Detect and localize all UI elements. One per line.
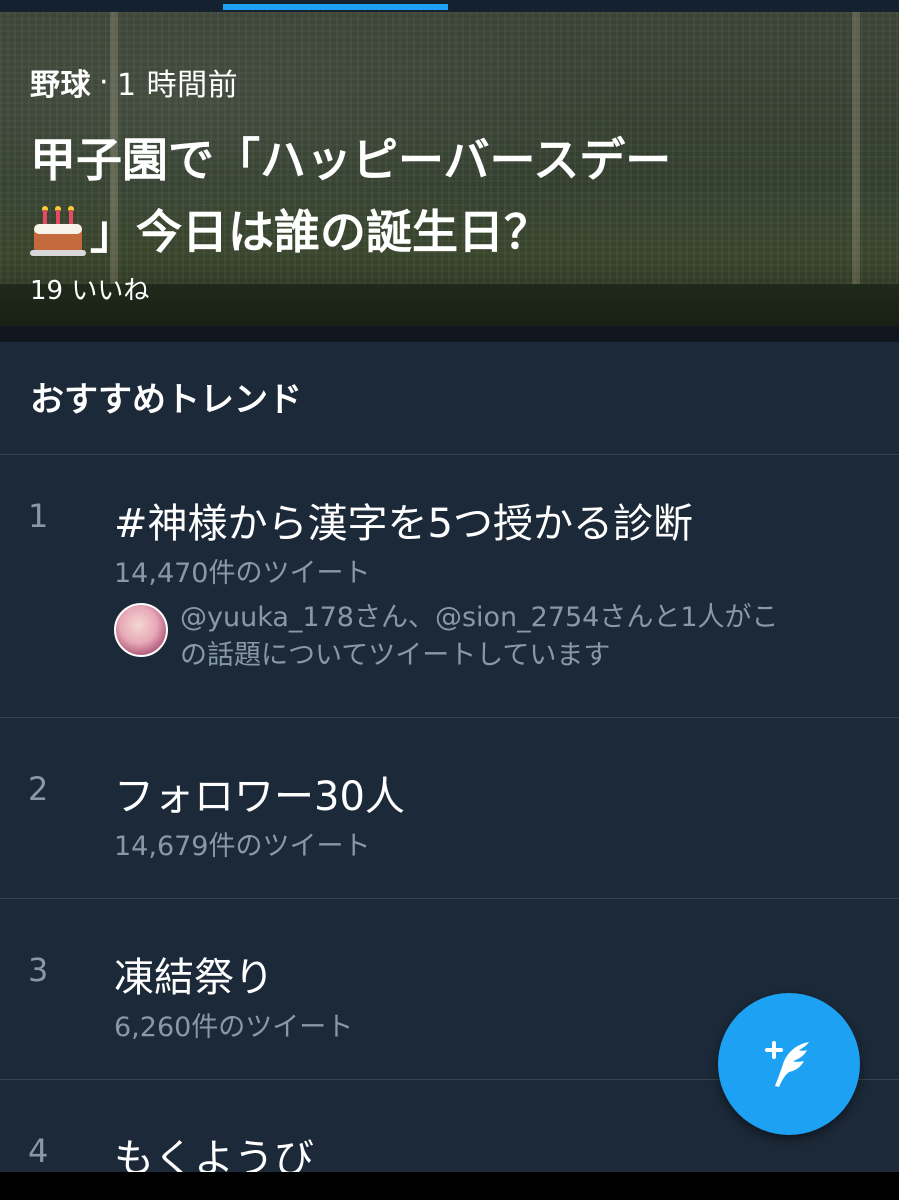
- trend-rank: 4: [28, 1132, 49, 1170]
- trend-item-1[interactable]: 1 #神様から漢字を5つ授かる診断 14,470件のツイート @yuuka_17…: [0, 455, 899, 718]
- trend-rank: 2: [28, 770, 49, 808]
- news-headline: 甲子園で「ハッピーバースデー 」今日は誰の誕生日？: [30, 124, 830, 268]
- tweet-count: 14,679件のツイート: [114, 831, 371, 862]
- headline-line-1: 甲子園で「ハッピーバースデー: [30, 133, 672, 187]
- trend-item-2[interactable]: 2 フォロワー30人 14,679件のツイート: [0, 718, 899, 899]
- trend-rank: 3: [28, 951, 49, 989]
- trend-context: @yuuka_178さん、@sion_2754さんと1人がこ の話題についてツイ…: [114, 599, 874, 689]
- likes-count: 19 いいね: [30, 276, 150, 306]
- tweet-count: 6,260件のツイート: [114, 1012, 354, 1043]
- news-meta: 野球 · 1 時間前: [30, 60, 238, 104]
- trend-name: 凍結祭り: [114, 955, 274, 1001]
- compose-tweet-icon: [765, 1041, 809, 1087]
- context-line-1: @yuuka_178さん、@sion_2754さんと1人がこ: [180, 602, 779, 633]
- section-title: おすすめトレンド: [30, 380, 302, 420]
- birthday-cake-icon: [30, 206, 86, 256]
- meta-separator: ·: [99, 64, 110, 100]
- active-tab-indicator: [223, 4, 448, 10]
- news-time: 1 時間前: [117, 68, 239, 103]
- headline-line-2-row: 」今日は誰の誕生日？: [30, 196, 830, 268]
- trend-name: フォロワー30人: [114, 774, 405, 820]
- trend-context-text: @yuuka_178さん、@sion_2754さんと1人がこ の話題についてツイ…: [180, 599, 870, 675]
- context-line-2: の話題についてツイートしています: [180, 640, 611, 671]
- tweet-count: 14,470件のツイート: [114, 558, 371, 589]
- headline-line-2: 」今日は誰の誕生日？: [90, 205, 550, 259]
- compose-tweet-button[interactable]: [718, 993, 860, 1135]
- trends-section-header: おすすめトレンド: [0, 342, 899, 455]
- system-navigation-bar: [0, 1172, 899, 1200]
- top-tab-bar: [0, 0, 899, 12]
- avatar[interactable]: [114, 603, 168, 657]
- featured-news-card[interactable]: 野球 · 1 時間前 甲子園で「ハッピーバースデー 」今日は誰の誕生日？ 19 …: [0, 12, 899, 326]
- trend-rank: 1: [28, 497, 49, 535]
- section-divider: [0, 326, 899, 342]
- trend-name: #神様から漢字を5つ授かる診断: [114, 501, 693, 547]
- news-category: 野球: [30, 68, 91, 103]
